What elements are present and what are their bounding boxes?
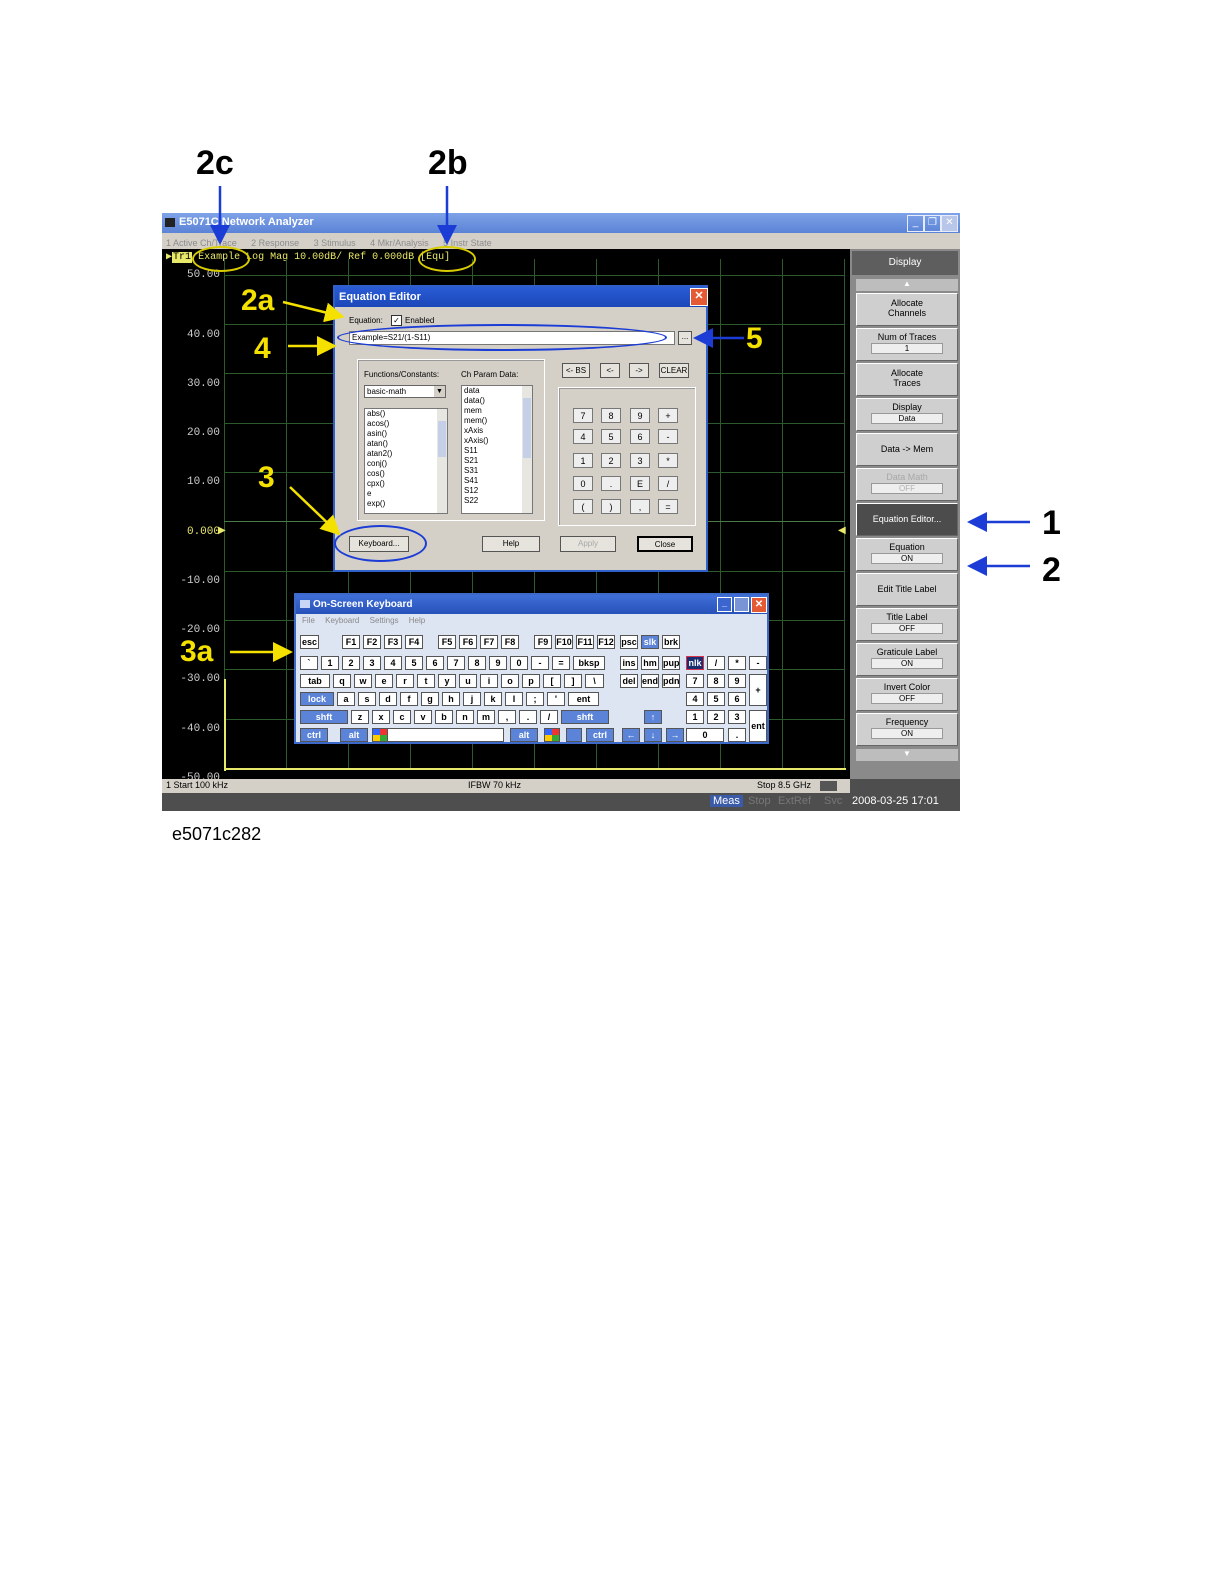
callout-2a: 2a	[241, 284, 275, 317]
callout-3: 3	[258, 461, 275, 494]
callout-3a: 3a	[180, 635, 214, 668]
callout-4: 4	[254, 332, 271, 365]
page: { "callouts": { "c1": "1", "c2": "2", "c…	[0, 0, 1224, 1584]
arrow-3	[289, 486, 341, 536]
arrow-2a	[282, 300, 345, 323]
annotation-arrows	[210, 186, 1030, 662]
callout-5: 5	[746, 322, 763, 355]
